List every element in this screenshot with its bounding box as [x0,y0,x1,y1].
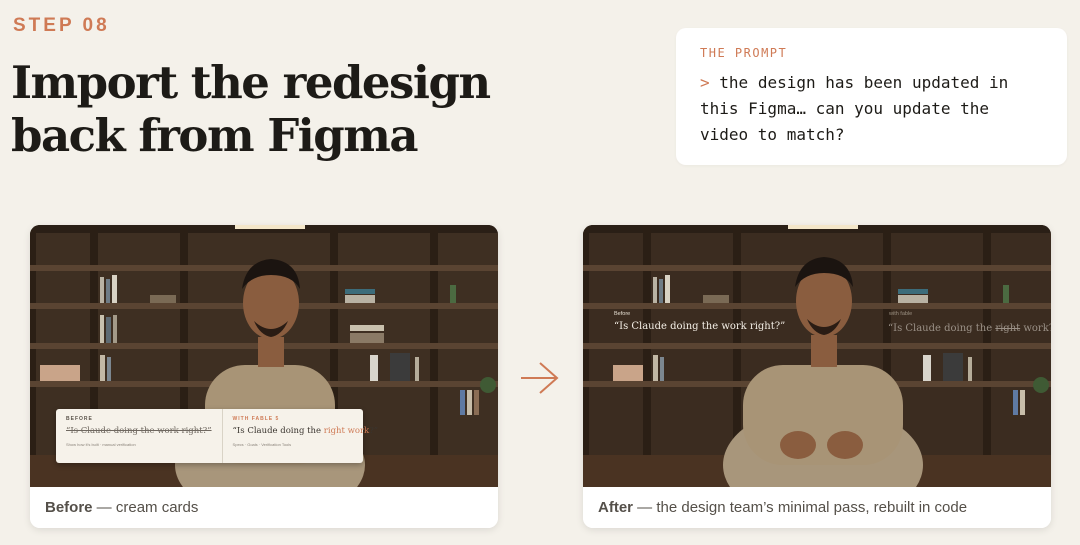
after-video-frame: Before “Is Claude doing the work right?”… [583,225,1051,487]
prompt-line-1: the design has been updated in [719,73,1009,92]
step-label: STEP 08 [13,15,110,36]
prompt-text: > the design has been updated in this Fi… [700,70,1043,148]
cream-before-quote: “Is Claude doing the work right?” [66,426,212,436]
prompt-line-3: video to match? [700,125,845,144]
page-title: Import the redesign back from Figma [11,56,491,162]
cream-before-subtext: Show how it's built · manual verificatio… [66,442,136,447]
cream-with-quote-end: ?” [369,426,379,436]
after-with-quote: “Is Claude doing the right work?” [888,323,1051,334]
cream-card-with-column: WITH FABLE 5 “Is Claude doing the right … [221,409,389,463]
prompt-card: THE PROMPT > the design has been updated… [676,28,1067,165]
title-line-2: back from Figma [11,109,419,162]
after-with-quote-start: “Is Claude doing the [888,323,996,334]
after-with-quote-end: work?” [1023,323,1051,334]
before-card: BEFORE “Is Claude doing the work right?”… [30,225,498,528]
cream-with-quote: “Is Claude doing the right work?” [233,426,379,436]
cream-with-subtext: Specs · Goals · Verification Tools [232,442,292,447]
cream-with-quote-start: “Is Claude doing the [232,426,324,436]
arrow-right-icon [521,362,559,394]
after-caption: After — the design team’s minimal pass, … [583,487,1051,528]
before-caption-rest: — cream cards [92,499,199,516]
prompt-line-2: this Figma… can you update the [700,99,989,118]
after-caption-rest: — the design team’s minimal pass, rebuil… [633,499,968,516]
title-line-1: Import the redesign [11,56,491,109]
after-with-label: with fable [889,311,913,317]
after-caption-bold: After [598,499,634,516]
before-video-frame: BEFORE “Is Claude doing the work right?”… [30,225,498,487]
cream-before-tag: BEFORE [66,416,93,422]
bookshelf-background-image [583,225,1051,487]
prompt-label: THE PROMPT [700,46,788,60]
cream-lower-third-card: BEFORE “Is Claude doing the work right?”… [56,409,378,463]
prompt-caret: > [700,73,710,92]
after-before-label: Before [614,311,631,317]
before-caption-bold: Before [45,499,93,516]
cream-with-tag: WITH FABLE 5 [232,416,280,422]
cream-card-before-column: BEFORE “Is Claude doing the work right?”… [56,409,222,463]
before-caption: Before — cream cards [30,487,498,528]
cream-with-quote-highlight: right work [323,426,370,436]
after-with-quote-strike: right [995,323,1021,334]
after-card: Before “Is Claude doing the work right?”… [583,225,1051,528]
after-before-quote: “Is Claude doing the work right?” [614,321,786,332]
